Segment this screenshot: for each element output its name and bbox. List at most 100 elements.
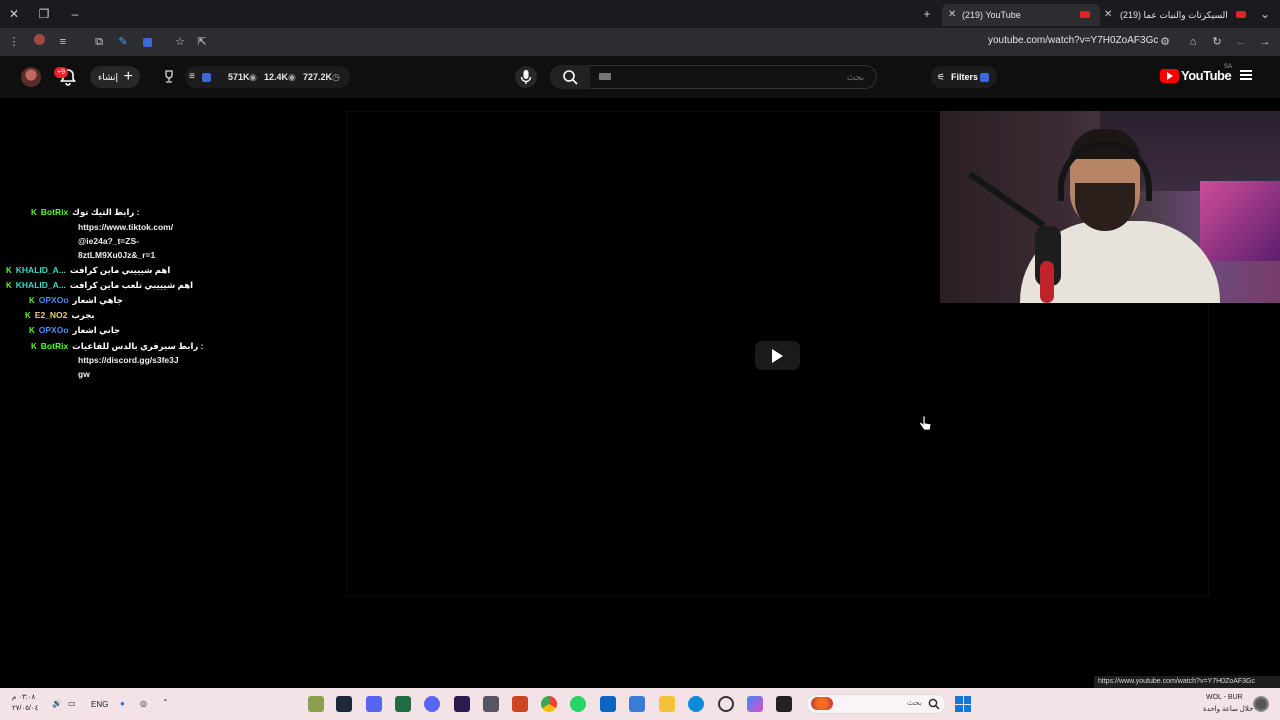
chat-text: @ie24a?_t=ZS- [78, 236, 139, 246]
tab-close-icon[interactable]: ✕ [948, 4, 956, 26]
create-button[interactable]: إنشاء + [90, 66, 140, 88]
chat-text: gw [78, 369, 90, 379]
kick-badge-icon: K [29, 326, 35, 335]
url-field[interactable]: youtube.com/watch?v=Y7H0ZoAF3Gc [988, 35, 1158, 46]
chat-message: K E2_NO2 بجرب [25, 308, 95, 323]
app-icon[interactable] [512, 696, 528, 712]
youtube-play-logo-icon [1160, 69, 1179, 83]
voice-search-button[interactable] [515, 66, 537, 88]
close-window-icon[interactable]: ✕ [3, 4, 25, 24]
reading-list-icon[interactable]: ≡ [55, 34, 71, 50]
browser-tab-strip: ✕ ❐ – + ✕ (219) YouTube ✕ (219) كل السيك… [0, 0, 1280, 28]
premiere-app-icon[interactable] [454, 696, 470, 712]
tab-youtube[interactable]: ✕ (219) YouTube [942, 4, 1100, 26]
app-icon[interactable] [776, 696, 792, 712]
tray-app-icon[interactable]: ◎ [140, 699, 147, 708]
store-app-icon[interactable] [629, 696, 645, 712]
chat-username[interactable]: OPXOo [39, 325, 69, 335]
search-input[interactable] [592, 65, 872, 89]
chat-message: K BotRix رابط التيك توك : [31, 205, 139, 220]
guide-menu-icon[interactable] [1240, 70, 1252, 80]
discord-app-icon[interactable] [424, 696, 440, 712]
app-icon[interactable] [483, 696, 499, 712]
background-monitor [1200, 181, 1280, 261]
weather-icon[interactable] [1253, 696, 1269, 712]
extension-icon[interactable]: ✎ [115, 34, 131, 50]
tab-youtube-video[interactable]: ✕ (219) كل السيكرتات والنبات عما [1100, 4, 1256, 26]
app-icon[interactable] [366, 696, 382, 712]
chat-username[interactable]: BotRix [41, 341, 68, 351]
restore-window-icon[interactable]: ❐ [33, 4, 55, 24]
playlist-icon[interactable]: ≡ [189, 66, 195, 88]
kick-badge-icon: K [25, 311, 31, 320]
webcam-overlay [940, 111, 1280, 303]
whatsapp-app-icon[interactable] [570, 696, 586, 712]
link-status-bar: https://www.youtube.com/watch?v=Y7H0ZoAF… [1094, 676, 1280, 688]
chat-text: رابط التيك توك : [72, 207, 140, 217]
excel-app-icon[interactable] [395, 696, 411, 712]
edge-app-icon[interactable] [688, 696, 704, 712]
reload-icon[interactable]: ↻ [1209, 34, 1225, 50]
weather-title[interactable]: WOL - BUR [1206, 694, 1243, 701]
minimize-window-icon[interactable]: – [64, 4, 86, 24]
taskbar-clock-date[interactable]: ٢٧/٠٥/٠٤ [12, 704, 38, 712]
steam-app-icon[interactable] [336, 696, 352, 712]
menu-dots-icon[interactable]: ⋮ [6, 34, 22, 50]
forward-icon[interactable]: ← [1233, 34, 1249, 50]
youtube-favicon-icon [1080, 11, 1090, 18]
tab-title: (219) YouTube [962, 10, 1021, 20]
microphone-tray-icon[interactable]: ● [120, 699, 125, 708]
site-settings-icon[interactable]: ⚙ [1157, 34, 1173, 50]
weather-subtitle[interactable]: خلال ساعة واحدة [1203, 705, 1253, 713]
chat-message: K KHALID_A... اهم شيييبي تلعب ماين كرافت [6, 278, 193, 293]
tray-chevron-up-icon[interactable]: ⌃ [162, 698, 169, 707]
bookmark-star-icon[interactable]: ☆ [172, 34, 188, 50]
microphone-icon [520, 70, 532, 84]
extension-badge-icon [980, 73, 989, 82]
search-highlight-icon [811, 697, 833, 710]
youtube-wordmark: YouTube [1181, 68, 1232, 83]
windows-start-icon[interactable] [955, 696, 971, 712]
chat-username[interactable]: OPXOo [39, 295, 69, 305]
chat-text: اهم شيييبي تلعب ماين كرافت [69, 280, 194, 290]
language-indicator[interactable]: ENG [91, 700, 108, 709]
chat-message: K KHALID_A... اهم شيييبي ماين كرافت [6, 263, 170, 278]
kick-badge-icon: K [6, 266, 12, 275]
hand-cursor-icon [918, 415, 932, 431]
chat-text: https://discord.gg/s3fe3J [78, 355, 179, 365]
share-icon[interactable]: ⇱ [194, 34, 210, 50]
chat-username[interactable]: E2_NO2 [35, 310, 68, 320]
chat-username[interactable]: BotRix [41, 207, 68, 217]
chatgpt-app-icon[interactable] [718, 696, 734, 712]
plus-icon: + [123, 68, 133, 85]
chrome-app-icon[interactable] [541, 696, 557, 712]
chat-username[interactable]: KHALID_A... [16, 265, 66, 275]
extensions-icon[interactable]: ⧉ [91, 34, 107, 50]
search-icon [563, 70, 578, 85]
chat-message: K OPXOo جاني اشعار [29, 323, 120, 338]
profile-menu-icon[interactable]: ⌄ [1254, 4, 1276, 24]
avatar[interactable] [21, 67, 41, 87]
copilot-app-icon[interactable] [747, 696, 763, 712]
file-explorer-icon[interactable] [659, 696, 675, 712]
translate-icon[interactable] [139, 34, 155, 50]
search-button[interactable] [550, 65, 590, 89]
trophy-icon[interactable] [163, 70, 175, 84]
views-count: 571K [228, 72, 250, 82]
extension-avatar-icon[interactable] [31, 34, 47, 50]
new-tab-icon[interactable]: + [916, 4, 938, 24]
chat-username[interactable]: KHALID_A... [16, 280, 66, 290]
tab-close-icon[interactable]: ✕ [1104, 4, 1112, 26]
play-button[interactable] [755, 341, 800, 370]
watch-time-count: 727.2K [303, 72, 333, 82]
minecraft-app-icon[interactable] [308, 696, 324, 712]
back-icon[interactable]: → [1257, 34, 1273, 50]
chat-text: 8ztLM9Xu0Jz&_r=1 [78, 250, 156, 260]
home-icon[interactable]: ⌂ [1185, 34, 1201, 50]
network-icon[interactable]: ▭ [68, 699, 76, 708]
extension-badge-icon [202, 73, 211, 82]
speaker-icon[interactable]: 🔊 [52, 699, 62, 708]
outlook-app-icon[interactable] [600, 696, 616, 712]
filters-button[interactable]: ⚟ Filters [931, 66, 997, 88]
taskbar-clock-time[interactable]: ٠٣:٠٨ م [12, 693, 35, 701]
